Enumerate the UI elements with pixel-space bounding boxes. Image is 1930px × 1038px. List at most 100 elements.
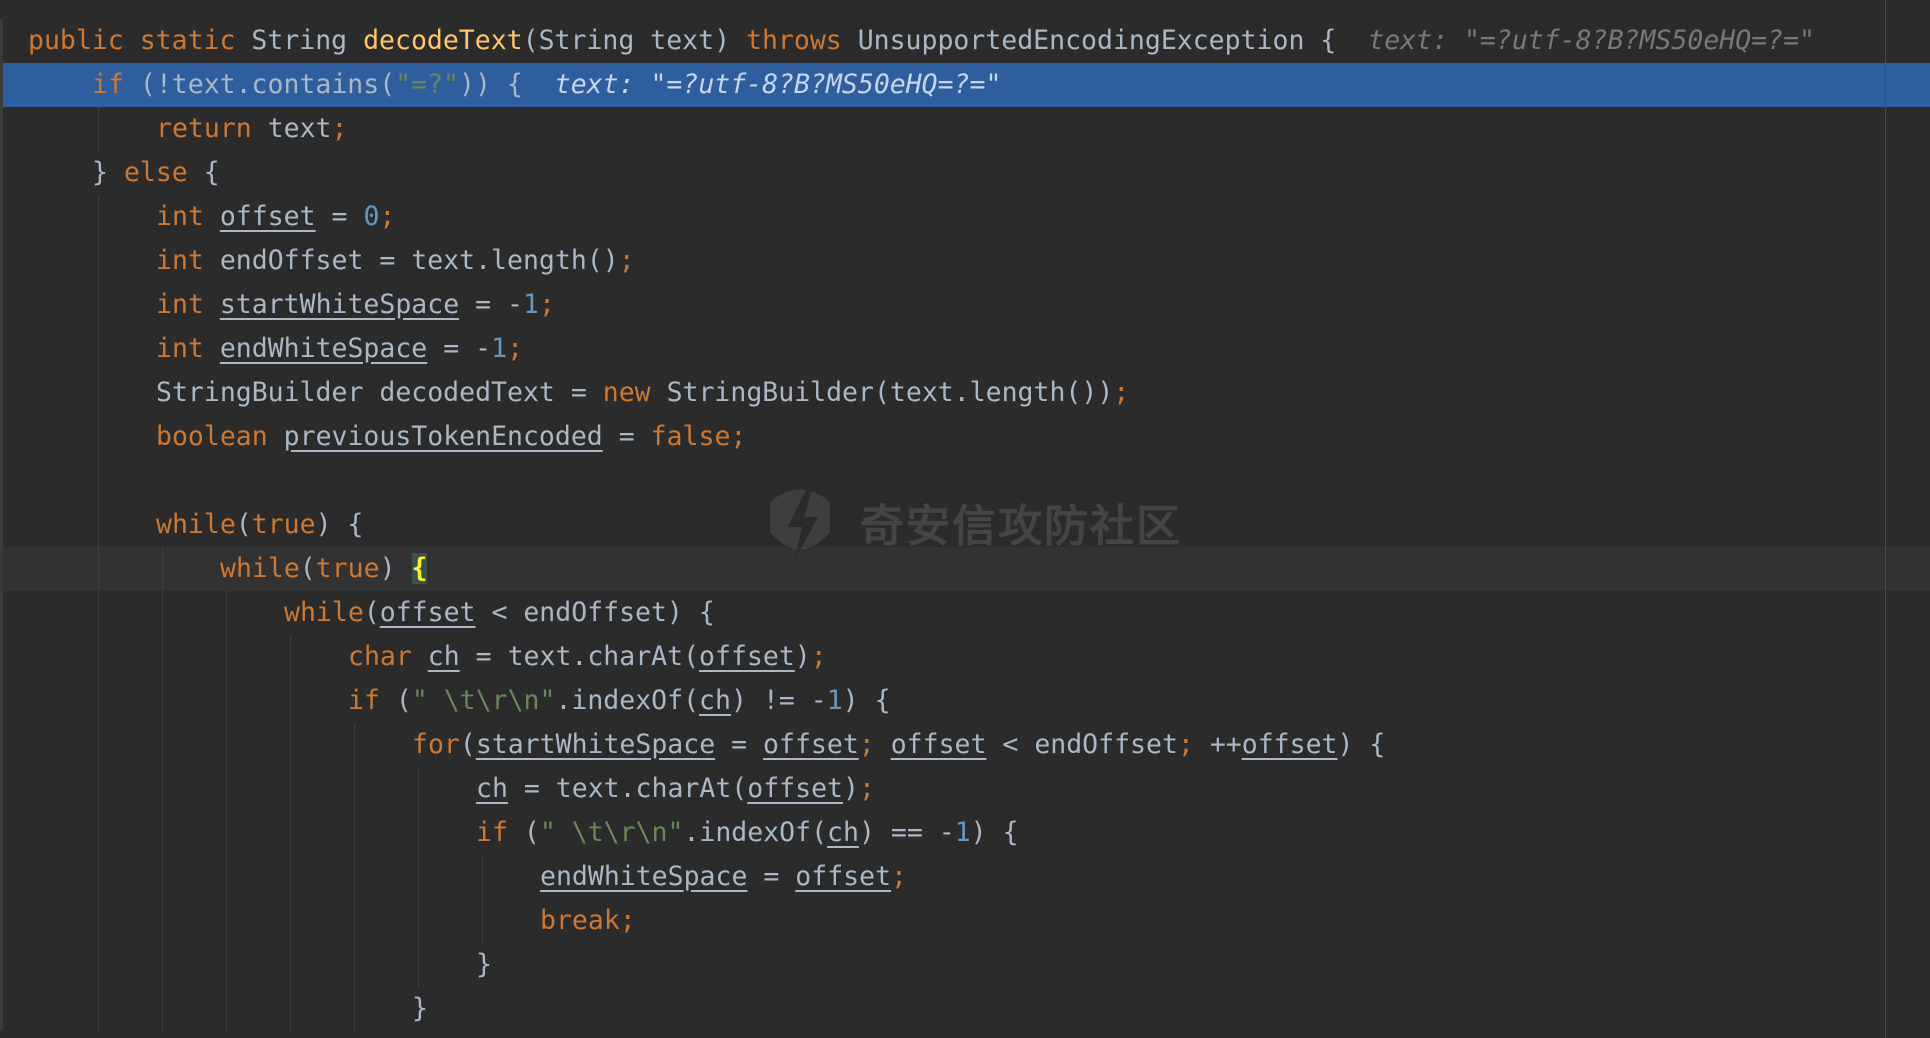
indent-guide: [98, 811, 99, 855]
gutter-mark: [0, 415, 3, 459]
code-token: throws: [746, 25, 842, 56]
code-line[interactable]: while(offset < endOffset) {: [0, 591, 1930, 635]
code-line[interactable]: if (" \t\r\n".indexOf(ch) == -1) {: [0, 811, 1930, 855]
code-token: ch: [699, 685, 731, 716]
code-line[interactable]: int endWhiteSpace = -1;: [0, 327, 1930, 371]
gutter-mark: [0, 503, 3, 547]
code-token: ;: [618, 245, 635, 276]
code-token: ;: [331, 113, 348, 144]
gutter-mark: [0, 591, 3, 635]
code-text: StringBuilder decodedText = new StringBu…: [156, 371, 1129, 415]
code-token: ;: [730, 421, 747, 452]
code-token: ;: [858, 729, 875, 760]
code-token: .indexOf(: [555, 685, 700, 716]
gutter-mark: [0, 767, 3, 811]
code-line[interactable]: } else {: [0, 151, 1930, 195]
code-token: offset: [219, 201, 316, 232]
code-editor[interactable]: public static String decodeText(String t…: [0, 0, 1930, 1038]
indent-guide: [226, 855, 227, 899]
code-line[interactable]: boolean previousTokenEncoded = false;: [0, 415, 1930, 459]
gutter-mark: [0, 679, 3, 723]
code-line[interactable]: break;: [0, 899, 1930, 943]
code-token: StringBuilder(text.length()): [650, 377, 1114, 408]
code-line[interactable]: int startWhiteSpace = -1;: [0, 283, 1930, 327]
code-text: } else {: [92, 151, 220, 195]
code-line[interactable]: if (" \t\r\n".indexOf(ch) != -1) {: [0, 679, 1930, 723]
gutter-mark: [0, 63, 3, 107]
code-token: ): [842, 773, 859, 804]
code-token: char: [348, 641, 412, 672]
code-token: int: [156, 201, 204, 232]
code-line[interactable]: for(startWhiteSpace = offset; offset < e…: [0, 723, 1930, 767]
code-text: ch = text.charAt(offset);: [476, 767, 875, 811]
code-line[interactable]: int offset = 0;: [0, 195, 1930, 239]
code-text: char ch = text.charAt(offset);: [348, 635, 827, 679]
code-line[interactable]: char ch = text.charAt(offset);: [0, 635, 1930, 679]
indent-guide: [162, 899, 163, 943]
indent-guide: [226, 899, 227, 943]
code-token: ) {: [315, 509, 364, 540]
code-text: break;: [540, 899, 636, 943]
code-line[interactable]: }: [0, 943, 1930, 987]
code-token: int: [156, 245, 204, 276]
code-text: }: [476, 943, 492, 987]
gutter-mark: [0, 987, 3, 1031]
code-line[interactable]: public static String decodeText(String t…: [0, 19, 1930, 63]
code-token: ch: [827, 817, 859, 848]
indent-guide: [290, 767, 291, 811]
code-token: " \t\r\n": [411, 685, 556, 716]
indent-guide: [290, 943, 291, 987]
code-token: UnsupportedEncodingException {: [841, 25, 1337, 56]
code-token: =: [602, 421, 651, 452]
code-line[interactable]: if (!text.contains("=?")) { text: "=?utf…: [0, 63, 1930, 107]
indent-guide: [226, 811, 227, 855]
gutter-mark: [0, 151, 3, 195]
code-token: if: [348, 685, 380, 716]
code-line[interactable]: while(true) {: [0, 547, 1930, 591]
code-token: ) == -: [858, 817, 955, 848]
code-token: < endOffset) {: [475, 597, 715, 628]
code-line[interactable]: ch = text.charAt(offset);: [0, 767, 1930, 811]
code-token: ): [794, 641, 811, 672]
code-token: startWhiteSpace: [219, 289, 460, 320]
code-text: while(true) {: [156, 503, 363, 547]
indent-guide: [354, 811, 355, 855]
code-token: offset: [699, 641, 795, 672]
code-token: {: [187, 157, 220, 188]
code-token: ;: [1177, 729, 1194, 760]
indent-guide: [226, 591, 227, 635]
indent-guide: [98, 107, 99, 151]
code-line[interactable]: return text;: [0, 107, 1930, 151]
gutter-mark: [0, 855, 3, 899]
code-token: ;: [1113, 377, 1130, 408]
code-token: ) {: [970, 817, 1019, 848]
indent-guide: [290, 811, 291, 855]
gutter-mark: [0, 899, 3, 943]
code-token: (!text.contains(: [123, 69, 396, 100]
code-line[interactable]: endWhiteSpace = offset;: [0, 855, 1930, 899]
code-token: < endOffset: [986, 729, 1178, 760]
code-token: endWhiteSpace: [540, 861, 748, 892]
gutter-mark: [0, 723, 3, 767]
code-line[interactable]: StringBuilder decodedText = new StringBu…: [0, 371, 1930, 415]
code-line[interactable]: [0, 459, 1930, 503]
code-token: (: [363, 597, 380, 628]
code-line[interactable]: while(true) {: [0, 503, 1930, 547]
code-token: }: [412, 993, 428, 1024]
code-token: = text.charAt(: [459, 641, 700, 672]
code-line[interactable]: int endOffset = text.length();: [0, 239, 1930, 283]
indent-guide: [290, 679, 291, 723]
gutter-mark: [0, 195, 3, 239]
indent-guide: [290, 635, 291, 679]
code-token: ;: [858, 773, 875, 804]
code-line[interactable]: }: [0, 987, 1930, 1031]
gutter-mark: [0, 811, 3, 855]
code-token: int: [156, 289, 204, 320]
indent-guide: [162, 635, 163, 679]
code-token: for: [412, 729, 460, 760]
indent-guide: [226, 635, 227, 679]
indent-guide: [354, 855, 355, 899]
code-token: ;: [891, 861, 907, 892]
indent-guide: [98, 195, 99, 239]
